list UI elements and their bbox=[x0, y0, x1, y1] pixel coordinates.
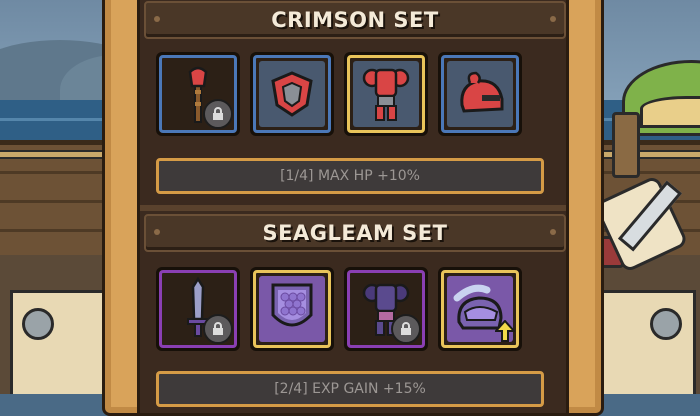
set-bonus-text: [1/4] MAX HP +10% bbox=[280, 168, 420, 184]
rope bbox=[0, 150, 110, 159]
item-slot-helmet[interactable] bbox=[438, 267, 522, 351]
lock-icon bbox=[391, 314, 421, 344]
set-bonus-crimson: [1/4] MAX HP +10% bbox=[156, 158, 544, 194]
shield-icon bbox=[271, 71, 313, 117]
rope bbox=[595, 150, 700, 159]
item-slot-shield[interactable] bbox=[250, 52, 334, 136]
banner-stud bbox=[154, 229, 160, 235]
banner-stud bbox=[550, 229, 556, 235]
set-bonus-text: [2/4] EXP GAIN +15% bbox=[274, 381, 426, 397]
set-banner-seagleam: SEAGLEAM SET bbox=[144, 214, 566, 252]
helmet-icon bbox=[460, 71, 504, 113]
sail-cloth bbox=[600, 290, 696, 394]
upgrade-arrow-icon bbox=[495, 320, 515, 342]
item-slot-armor[interactable] bbox=[344, 267, 428, 351]
knob-icon bbox=[650, 308, 682, 340]
deck-post bbox=[612, 112, 640, 178]
seagleam-item-row bbox=[156, 267, 522, 351]
banner-stud bbox=[550, 16, 556, 22]
item-slot-mace[interactable] bbox=[156, 52, 240, 136]
panel-content[interactable]: CRIMSON SET [1/4] MAX HP +10% SEAGLEAM S… bbox=[137, 0, 569, 413]
section-divider bbox=[140, 205, 566, 211]
set-bonus-panel: CRIMSON SET [1/4] MAX HP +10% SEAGLEAM S… bbox=[102, 0, 604, 416]
set-banner-crimson: CRIMSON SET bbox=[144, 1, 566, 39]
shield-icon bbox=[271, 283, 313, 327]
crimson-item-row bbox=[156, 52, 522, 136]
item-slot-shield[interactable] bbox=[250, 267, 334, 351]
item-slot-sword[interactable] bbox=[156, 267, 240, 351]
item-slot-armor[interactable] bbox=[344, 52, 428, 136]
armor-icon bbox=[362, 68, 410, 121]
knob-icon bbox=[22, 308, 54, 340]
island-beach bbox=[640, 96, 700, 128]
item-slot-helmet[interactable] bbox=[438, 52, 522, 136]
lock-icon bbox=[203, 99, 233, 129]
set-title: CRIMSON SET bbox=[271, 8, 439, 32]
set-bonus-seagleam: [2/4] EXP GAIN +15% bbox=[156, 371, 544, 407]
lock-icon bbox=[203, 314, 233, 344]
banner-stud bbox=[154, 16, 160, 22]
set-title: SEAGLEAM SET bbox=[262, 221, 448, 245]
sail-cloth bbox=[10, 290, 106, 394]
